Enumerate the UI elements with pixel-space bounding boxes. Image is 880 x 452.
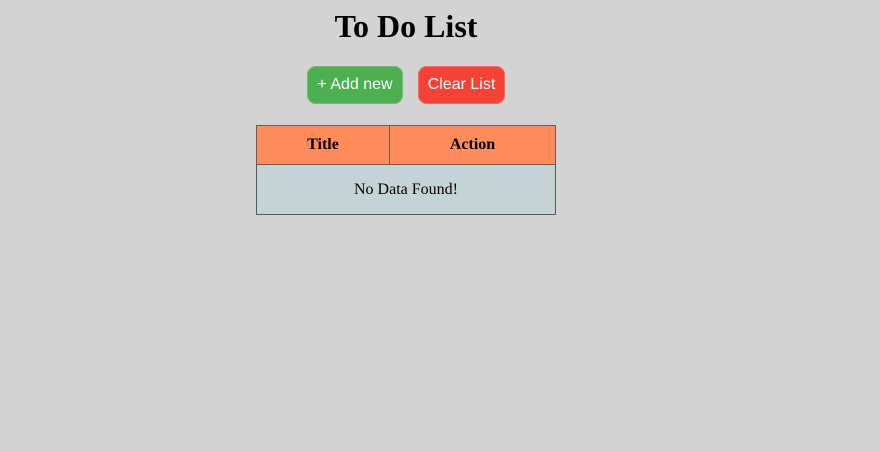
todo-table: Title Action No Data Found! [256, 125, 556, 215]
clear-list-button[interactable]: Clear List [418, 66, 505, 104]
table-header-row: Title Action [256, 125, 556, 165]
add-new-button[interactable]: + Add new [307, 66, 403, 104]
empty-message: No Data Found! [256, 164, 556, 215]
table-row: No Data Found! [256, 164, 556, 215]
column-header-title: Title [256, 125, 390, 165]
column-header-action: Action [389, 125, 556, 165]
page-title: To Do List [334, 8, 478, 44]
